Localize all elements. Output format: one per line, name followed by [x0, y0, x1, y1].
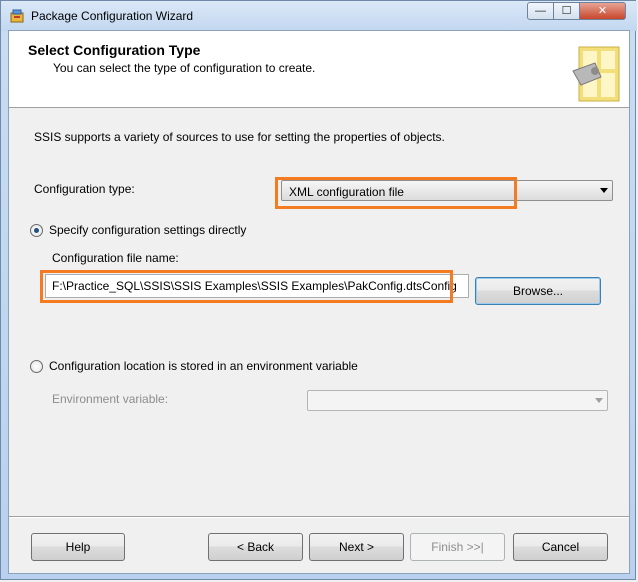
maximize-button[interactable]: ☐ — [553, 2, 580, 20]
cancel-button[interactable]: Cancel — [513, 533, 608, 561]
environment-variable-label: Environment variable: — [52, 392, 169, 406]
finish-button[interactable]: Finish >>| — [410, 533, 505, 561]
page-title: Select Configuration Type — [28, 42, 201, 58]
footer-divider — [9, 516, 629, 518]
help-button[interactable]: Help — [31, 533, 125, 561]
environment-variable-dropdown[interactable] — [307, 390, 608, 411]
page-subtitle: You can select the type of configuration… — [53, 61, 316, 75]
wizard-header-icon — [572, 46, 620, 102]
radio-specify-directly-label[interactable]: Specify configuration settings directly — [49, 223, 246, 237]
radio-specify-directly[interactable] — [30, 224, 43, 237]
back-button[interactable]: < Back — [208, 533, 303, 561]
close-button[interactable]: ✕ — [579, 2, 626, 20]
minimize-button[interactable]: — — [527, 2, 554, 20]
dropdown-arrow-icon — [600, 188, 608, 193]
dropdown-arrow-icon — [595, 398, 603, 403]
title-bar[interactable]: Package Configuration Wizard — ☐ ✕ — [1, 1, 637, 31]
browse-button[interactable]: Browse... — [475, 277, 601, 305]
wizard-window: Package Configuration Wizard — ☐ ✕ Selec… — [0, 0, 637, 580]
highlight-box-file-name — [40, 270, 453, 303]
intro-text: SSIS supports a variety of sources to us… — [34, 130, 445, 144]
next-button[interactable]: Next > — [309, 533, 404, 561]
radio-environment-variable[interactable] — [30, 360, 43, 373]
wizard-client-area: Select Configuration Type You can select… — [8, 30, 630, 574]
configuration-file-name-label: Configuration file name: — [52, 251, 179, 265]
wizard-header: Select Configuration Type You can select… — [9, 31, 629, 108]
radio-environment-variable-label[interactable]: Configuration location is stored in an e… — [49, 359, 358, 373]
window-title: Package Configuration Wizard — [31, 9, 194, 23]
highlight-box-config-type — [275, 177, 517, 209]
app-icon — [10, 9, 24, 23]
configuration-type-label: Configuration type: — [34, 182, 135, 196]
